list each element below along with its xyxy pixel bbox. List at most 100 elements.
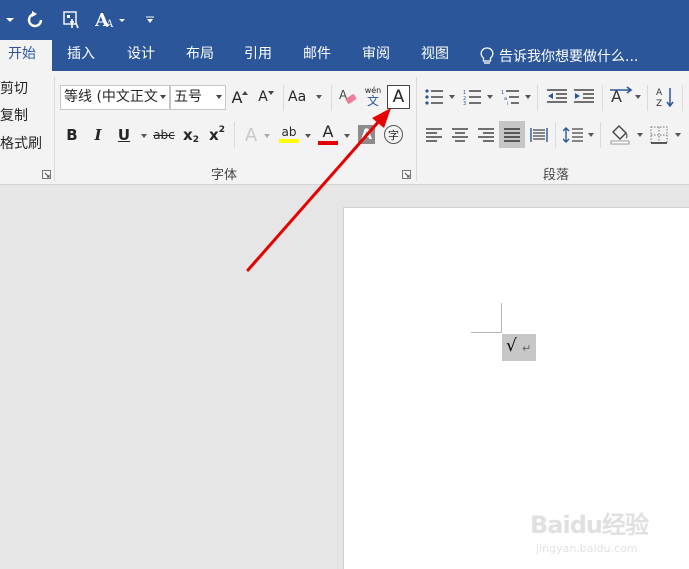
character-shading-button[interactable]: A [358, 125, 375, 144]
align-right-icon[interactable] [475, 124, 497, 146]
font-name-value: 等线 (中文正文 [64, 89, 158, 105]
font-color-chevron-down-icon[interactable] [344, 134, 350, 138]
align-left-icon[interactable] [423, 124, 445, 146]
align-center-icon[interactable] [449, 124, 471, 146]
grow-font-label: A [231, 87, 243, 107]
numbering-chevron-down-icon[interactable] [487, 95, 493, 99]
divider [682, 85, 683, 111]
text-effects-chevron-down-icon[interactable] [264, 134, 270, 138]
multilevel-list-icon[interactable]: 1ai [500, 87, 520, 107]
shading-icon[interactable] [608, 122, 632, 146]
sort-icon[interactable]: AZ [655, 85, 677, 109]
document-text[interactable]: √ [506, 336, 517, 356]
divider [234, 122, 235, 148]
font-color-button[interactable]: A [317, 121, 339, 147]
watermark-logo: Baidu经验 [530, 511, 649, 539]
highlight-button[interactable]: ab [278, 121, 300, 147]
underline-button[interactable]: U [114, 123, 134, 147]
tell-me-search[interactable]: 告诉我你想要做什么... [480, 40, 638, 71]
line-spacing-chevron-down-icon[interactable] [588, 133, 594, 137]
tab-home[interactable]: 开始 [0, 40, 52, 71]
borders-icon[interactable] [648, 124, 670, 146]
character-border-button[interactable]: A [387, 85, 410, 109]
watermark-url: jingyan.baidu.com [536, 542, 638, 555]
touch-mode-icon[interactable] [60, 0, 84, 40]
bullets-icon[interactable] [424, 87, 444, 107]
bold-button[interactable]: B [62, 123, 82, 147]
svg-text:A: A [105, 19, 114, 29]
strikethrough-button[interactable]: abc [152, 123, 176, 147]
increase-indent-icon[interactable] [573, 87, 595, 107]
format-painter-button[interactable]: 格式刷 [0, 133, 42, 155]
divider [283, 85, 284, 111]
customize-qat-icon[interactable] [144, 0, 156, 40]
asian-layout-chevron-down-icon[interactable] [635, 95, 641, 99]
divider [331, 85, 332, 111]
numbering-icon[interactable]: 123 [462, 87, 482, 107]
tab-layout[interactable]: 布局 [180, 40, 220, 71]
borders-chevron-down-icon[interactable] [675, 133, 681, 137]
clipboard-launcher-icon[interactable] [42, 170, 51, 179]
subscript-label: x [183, 126, 193, 144]
divider [537, 85, 538, 111]
highlight-chevron-down-icon[interactable] [305, 134, 311, 138]
subscript-button[interactable]: x2 [180, 123, 202, 147]
decrease-indent-icon[interactable] [546, 87, 568, 107]
change-case-label: Aa [288, 89, 307, 105]
asian-layout-icon[interactable]: A [609, 85, 633, 109]
highlight-label: ab [281, 125, 297, 139]
divider [600, 122, 601, 148]
bullets-chevron-down-icon[interactable] [449, 95, 455, 99]
word-window: AA 开始 插入 设计 布局 引用 邮件 审阅 视图 告诉我你想要做什么... … [0, 0, 689, 569]
underline-chevron-down-icon[interactable] [141, 134, 147, 138]
qat-menu-chevron-icon[interactable] [4, 0, 16, 40]
font-launcher-icon[interactable] [402, 170, 411, 179]
tab-mailings[interactable]: 邮件 [297, 40, 337, 71]
text-effects-button[interactable]: A [240, 123, 262, 147]
quick-access-toolbar: AA [0, 0, 689, 40]
ribbon-tabs: 开始 插入 设计 布局 引用 邮件 审阅 视图 告诉我你想要做什么... [0, 40, 689, 71]
chevron-down-icon [160, 95, 166, 99]
tab-insert[interactable]: 插入 [61, 40, 101, 71]
tell-me-text: 告诉我你想要做什么... [499, 48, 639, 65]
tab-design[interactable]: 设计 [121, 40, 161, 71]
font-dialog-qat-icon[interactable]: AA [93, 0, 129, 40]
line-spacing-icon[interactable] [562, 124, 584, 146]
svg-text:3: 3 [463, 101, 466, 105]
justify-icon[interactable] [499, 121, 525, 148]
italic-button[interactable]: I [88, 123, 108, 147]
font-size-combo[interactable]: 五号 [170, 85, 226, 110]
distributed-icon[interactable] [528, 124, 550, 146]
superscript-label: x [209, 126, 219, 144]
tab-review[interactable]: 审阅 [356, 40, 396, 71]
shrink-font-label: A [258, 89, 268, 105]
redo-icon[interactable] [24, 0, 46, 40]
paragraph-mark: ↵ [522, 342, 532, 355]
phonetic-guide-button[interactable]: wén 文 [362, 83, 384, 111]
svg-text:A: A [656, 88, 663, 98]
tab-view[interactable]: 视图 [415, 40, 455, 71]
font-name-combo[interactable]: 等线 (中文正文 [60, 85, 170, 110]
lightbulb-icon [480, 46, 494, 64]
caret-up-icon [242, 90, 249, 95]
divider [647, 85, 648, 111]
caret-down-icon [267, 90, 274, 95]
clear-formatting-icon[interactable]: A [338, 86, 358, 108]
copy-button[interactable]: 复制 [0, 105, 28, 127]
superscript-button[interactable]: x2 [206, 123, 228, 147]
multilevel-chevron-down-icon[interactable] [525, 95, 531, 99]
margin-crop-mark [471, 332, 502, 333]
shrink-font-button[interactable]: A [256, 86, 276, 108]
grow-font-button[interactable]: A [230, 86, 250, 108]
change-case-button[interactable]: Aa [288, 86, 324, 108]
cut-button[interactable]: 剪切 [0, 78, 28, 100]
chevron-down-icon [316, 95, 322, 99]
divider [602, 85, 603, 111]
shading-chevron-down-icon[interactable] [637, 133, 643, 137]
superscript-2: 2 [218, 125, 225, 135]
svg-text:Z: Z [656, 99, 662, 108]
enclose-characters-button[interactable]: 字 [384, 125, 403, 144]
paragraph-group-label: 段落 [543, 168, 570, 183]
chevron-down-icon [216, 95, 222, 99]
tab-references[interactable]: 引用 [238, 40, 278, 71]
